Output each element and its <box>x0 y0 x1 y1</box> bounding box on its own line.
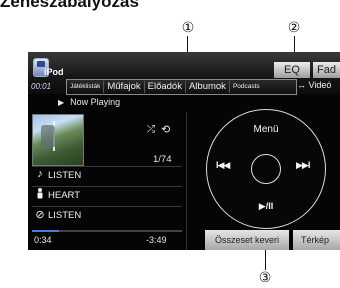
clock: 00:01 <box>31 82 52 91</box>
artist-row: HEART <box>32 186 182 205</box>
play-pause-icon[interactable]: ▶/II <box>207 201 325 212</box>
now-playing-label: Now Playing <box>70 97 121 107</box>
album-art <box>32 114 84 166</box>
fader-button[interactable]: Fad <box>313 62 340 78</box>
top-bar: iPod 00:01 Játéklisták Műfajok Előadók A… <box>28 52 340 95</box>
elapsed-time: 0:34 <box>34 235 52 245</box>
callout-1: ① <box>181 20 195 36</box>
callout-3: ③ <box>258 270 272 286</box>
wheel-center-button[interactable] <box>251 154 281 184</box>
artist-name: HEART <box>48 190 81 201</box>
next-track-icon[interactable]: ▶▶I <box>296 160 310 171</box>
play-indicator-icon: ▶ <box>58 98 65 107</box>
source-badge[interactable]: iPod <box>33 58 64 84</box>
shuffle-all-button[interactable]: Összeset keveri <box>205 230 289 250</box>
tab-podcasts[interactable]: Podcasts <box>230 81 263 93</box>
now-playing-header[interactable]: ▶ Now Playing <box>58 97 120 107</box>
album-icon: ⊘ <box>35 209 45 221</box>
album-row: ⊘ LISTEN <box>32 206 182 225</box>
click-wheel[interactable]: Menü I◀◀ ▶▶I ▶/II <box>206 109 326 229</box>
tab-playlists[interactable]: Játéklisták <box>67 81 105 93</box>
previous-track-icon[interactable]: I◀◀ <box>216 160 230 171</box>
artist-icon <box>34 188 46 202</box>
eq-button[interactable]: EQ <box>274 62 310 78</box>
callout-2: ② <box>287 20 301 36</box>
category-menu-bar: Játéklisták Műfajok Előadók Albumok Podc… <box>66 79 297 95</box>
track-counter: 1/74 <box>153 154 172 165</box>
tab-albums[interactable]: Albumok <box>186 81 230 93</box>
track-title: LISTEN <box>48 170 82 181</box>
album-name: LISTEN <box>48 210 82 221</box>
map-button[interactable]: Térkép <box>293 230 340 250</box>
tab-genres[interactable]: Műfajok <box>104 81 145 93</box>
remaining-time: -3:49 <box>146 235 167 245</box>
track-title-row: ♪ LISTEN <box>32 166 182 185</box>
panel-divider <box>186 112 187 250</box>
video-toggle[interactable]: ↔ Videó <box>297 80 331 90</box>
music-note-icon: ♪ <box>37 168 43 180</box>
ipod-screen: iPod 00:01 Játéklisták Műfajok Előadók A… <box>28 52 340 250</box>
progress-fill <box>32 230 59 232</box>
progress-bar[interactable] <box>32 230 182 232</box>
shuffle-icon[interactable]: ⤮ <box>147 124 155 135</box>
repeat-icon[interactable]: ⟲ <box>161 123 170 136</box>
tab-artists[interactable]: Előadók <box>145 81 186 93</box>
wheel-menu-button[interactable]: Menü <box>207 124 325 135</box>
source-label: iPod <box>44 67 64 77</box>
page-heading: Zeneszabályozás <box>0 0 139 11</box>
